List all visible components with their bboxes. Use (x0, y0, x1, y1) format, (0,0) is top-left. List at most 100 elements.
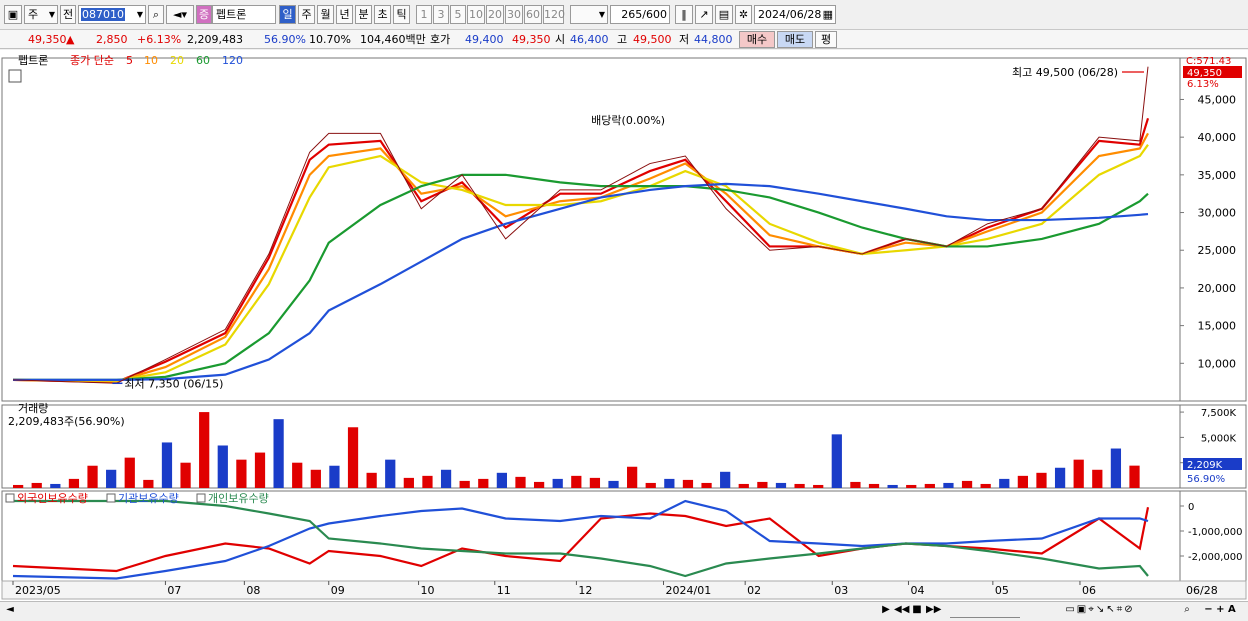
legend-ma-label: 종가 단순 (70, 54, 114, 67)
volume-bar (850, 481, 861, 488)
x-axis-label: 06 (1082, 584, 1096, 597)
date-field[interactable]: 2024/06/28 ▦ (754, 5, 836, 24)
x-axis-label: 04 (910, 584, 924, 597)
count-value: 265 (621, 8, 643, 21)
volume-bar (887, 484, 898, 488)
legend-ma-60: 60 (196, 54, 210, 67)
volume-last-label: 2,209K (1187, 460, 1223, 471)
save-icon[interactable]: ▤ (715, 5, 733, 24)
forward-icon[interactable]: ▶▶ (926, 603, 941, 617)
draw-icon[interactable]: ↗ (695, 5, 713, 24)
volume-bar (143, 479, 154, 488)
zoom-search-icon[interactable]: ⌕ (1180, 603, 1194, 617)
scroll-left-icon[interactable]: ◄ (4, 603, 16, 617)
period-button-6[interactable]: 틱 (393, 5, 410, 24)
volume-bar (757, 481, 768, 488)
gear-icon[interactable]: ✲ (735, 5, 752, 24)
volume-bar (813, 484, 824, 488)
rewind-icon[interactable]: ◀◀ (894, 603, 909, 617)
volume-bar (664, 478, 675, 488)
code-input[interactable]: 087010 ▼ (78, 5, 146, 24)
last-change-label: 6.13% (1187, 79, 1219, 90)
x-axis-label: 09 (331, 584, 345, 597)
holdings-legend-0: 외국인보유수량 (17, 492, 88, 505)
volume-bar (385, 459, 396, 488)
current-price: 49,350 (28, 33, 67, 46)
buy-button[interactable]: 매수 (739, 31, 775, 48)
change-percent: +6.13% (137, 33, 182, 46)
code-value: 087010 (81, 8, 125, 21)
candle-icon[interactable]: ‖ (675, 5, 693, 24)
period-button-4[interactable]: 분 (355, 5, 372, 24)
zoom-slider[interactable] (950, 603, 1020, 618)
interval-button-6[interactable]: 60 (524, 5, 542, 24)
volume-bar (180, 462, 191, 488)
period-button-1[interactable]: 주 (298, 5, 315, 24)
holdings-legend-check[interactable] (196, 493, 206, 503)
count-field[interactable]: 265/600 (610, 5, 670, 24)
volume-bar (329, 465, 340, 488)
holdings-legend-2: 개인보유수량 (208, 492, 269, 505)
period-button-3[interactable]: 년 (336, 5, 353, 24)
x-axis-label: 07 (167, 584, 181, 597)
x-axis-label: 11 (497, 584, 511, 597)
volume-y-label: 5,000K (1201, 433, 1237, 444)
market-type-select[interactable]: 주 ▼ (24, 5, 58, 24)
sell-button[interactable]: 매도 (777, 31, 813, 48)
holdings-legend-check[interactable] (5, 493, 15, 503)
volume-bar (906, 484, 917, 488)
volume-bar (347, 427, 359, 488)
eval-button[interactable]: 평 (815, 31, 837, 48)
interval-select[interactable]: ▼ (570, 5, 608, 24)
volume-bar (31, 482, 42, 488)
grid-toggle-icon[interactable] (8, 69, 22, 83)
search-icon[interactable]: ⌕ (148, 5, 164, 24)
zoom-controls[interactable]: − + A (1196, 603, 1244, 617)
stock-name-field[interactable]: 펩트론 (212, 5, 276, 24)
volume-bar (273, 419, 284, 488)
interval-button-7[interactable]: 120 (543, 5, 565, 24)
volume-bar (1092, 469, 1103, 488)
volume-bar (1073, 459, 1084, 488)
period-button-2[interactable]: 월 (317, 5, 334, 24)
tool-icons[interactable]: ▭▣⌖↘↖⌗⊘ (1030, 603, 1170, 617)
interval-button-3[interactable]: 10 (467, 5, 485, 24)
speaker-icon[interactable]: ◄▾ (166, 5, 194, 24)
jeung-badge: 증 (196, 5, 212, 24)
volume-bar (1054, 467, 1066, 488)
price-y-label: 25,000 (1198, 244, 1237, 257)
volume-bar (161, 442, 173, 488)
stock-chart[interactable]: 45,000 40,000 35,000 30,000 25,000 20,000 15,0… (0, 50, 1248, 601)
volume-bar (199, 412, 210, 488)
volume-last-sub-label: 56.90% (1187, 474, 1225, 485)
volume-bar (701, 482, 712, 488)
interval-button-1[interactable]: 3 (433, 5, 449, 24)
interval-button-4[interactable]: 20 (486, 5, 504, 24)
legend-ma-5: 5 (126, 54, 133, 67)
stop-button[interactable]: ■ (911, 603, 923, 617)
volume-bar (608, 480, 619, 488)
date-value: 2024/06/28 (758, 8, 822, 21)
interval-button-2[interactable]: 5 (450, 5, 466, 24)
legend-ma-120: 120 (222, 54, 243, 67)
prev-button[interactable]: 전 (60, 5, 76, 24)
volume-bar (403, 477, 414, 488)
x-axis-label: 2023/05 (15, 584, 61, 597)
volume-bar (124, 457, 135, 488)
period-button-5[interactable]: 초 (374, 5, 391, 24)
volume-bar (68, 478, 80, 488)
volume-bar (682, 479, 694, 488)
period-button-0[interactable]: 일 (279, 5, 296, 24)
interval-button-5[interactable]: 30 (505, 5, 523, 24)
volume-bar (589, 477, 601, 488)
price-y-label: 15,000 (1198, 320, 1237, 333)
price-header-value: C:571.43 (1186, 56, 1231, 67)
layout-icon[interactable]: ▣ (4, 5, 22, 24)
interval-button-0[interactable]: 1 (416, 5, 432, 24)
last-price-label: 49,350 (1187, 68, 1222, 79)
play-button[interactable]: ▶ (880, 603, 892, 617)
dividend-annotation: 배당락(0.00%) (591, 114, 665, 127)
holdings-legend-check[interactable] (106, 493, 116, 503)
volume-bar (794, 483, 805, 488)
low-price: 44,800 (694, 33, 733, 46)
